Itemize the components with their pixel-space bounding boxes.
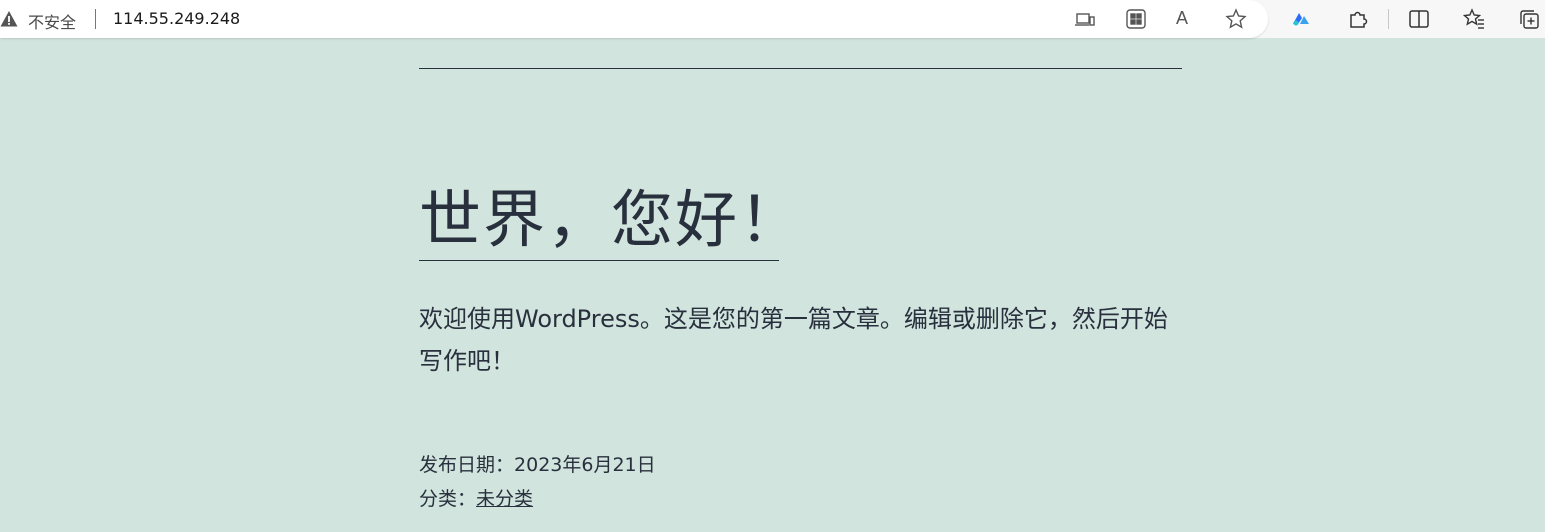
split-screen-icon[interactable] — [1408, 8, 1430, 30]
read-aloud-icon[interactable]: A — [1176, 8, 1188, 29]
favorites-icon[interactable] — [1463, 8, 1485, 30]
collections-icon[interactable] — [1518, 8, 1540, 30]
post-date: 发布日期：2023年6月21日 — [419, 450, 656, 477]
warning-icon[interactable] — [0, 10, 18, 28]
app-available-icon[interactable] — [1074, 8, 1096, 30]
post-category-label: 分类： — [419, 488, 477, 510]
post-title[interactable]: 世界，您好！ — [419, 180, 801, 261]
post-date-value: 2023年6月21日 — [514, 454, 656, 476]
address-separator — [95, 9, 96, 29]
extensions-puzzle-icon[interactable] — [1347, 8, 1369, 30]
address-bar[interactable]: 不安全 114.55.249.248 A — [0, 0, 1268, 38]
post-category: 分类：未分类 — [419, 484, 533, 511]
header-separator — [419, 68, 1182, 69]
extension-logo-icon[interactable] — [1290, 8, 1312, 30]
post-content: 欢迎使用WordPress。这是您的第一篇文章。编辑或删除它，然后开始写作吧！ — [419, 305, 1168, 375]
favorite-star-icon[interactable] — [1225, 8, 1247, 30]
security-status-label[interactable]: 不安全 — [28, 9, 76, 33]
toolbar-divider — [1388, 9, 1389, 29]
post-date-label: 发布日期： — [419, 454, 515, 476]
apps-icon[interactable] — [1125, 8, 1147, 30]
url-text[interactable]: 114.55.249.248 — [113, 9, 240, 28]
browser-toolbar: 不安全 114.55.249.248 A — [0, 0, 1545, 38]
category-link[interactable]: 未分类 — [476, 488, 533, 510]
